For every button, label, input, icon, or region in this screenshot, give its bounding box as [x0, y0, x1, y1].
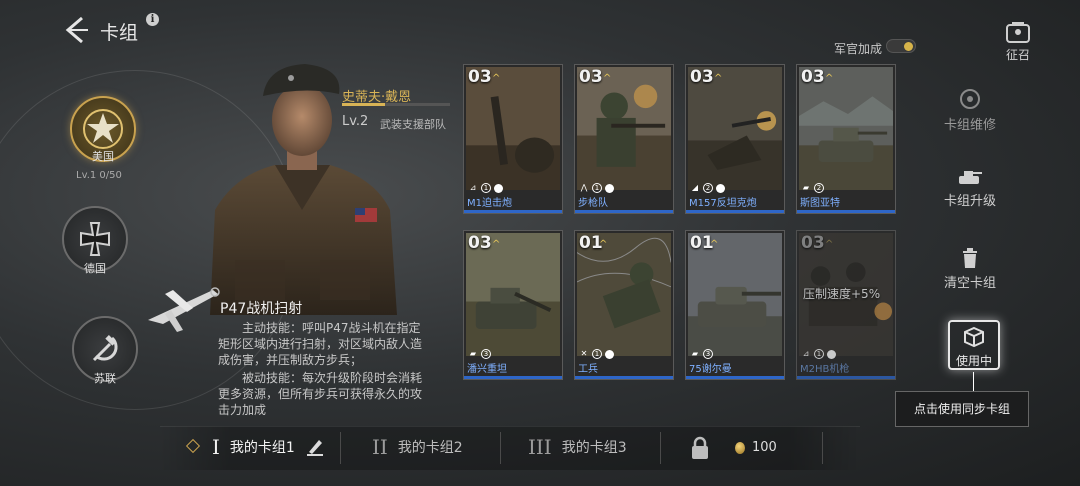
- card-stats: ⊿ 1: [468, 182, 503, 194]
- card-name: 潘兴重坦: [467, 364, 507, 375]
- skill-active-text: 主动技能：呼叫P47战斗机在指定矩形区域内进行扫射，对区域内敌人造成伤害，并压制…: [218, 321, 423, 367]
- skill-name: P47战机扫射: [220, 301, 303, 317]
- faction-germany[interactable]: 德国: [62, 206, 128, 276]
- deck-upgrade-button[interactable]: 卡组升级: [925, 168, 1015, 209]
- sync-deck-tooltip: 点击使用同步卡组: [895, 391, 1029, 427]
- info-icon[interactable]: i: [146, 13, 159, 26]
- deck-separator: [500, 432, 501, 464]
- cube-icon: [964, 326, 984, 348]
- repair-icon: [960, 89, 980, 109]
- card-stats: ◢ 2: [690, 182, 725, 194]
- tooltip-pointer: [973, 372, 974, 392]
- deck-separator: [822, 432, 823, 464]
- unit-card[interactable]: 03 ^ 压制速度+5% ⊿ 1 M2HB机枪: [796, 230, 896, 380]
- lock-icon[interactable]: [690, 436, 710, 460]
- unit-card[interactable]: 03 ^ ⊿ 1 M1迫击炮: [463, 64, 563, 214]
- card-overlay-text: 压制速度+5%: [803, 287, 881, 301]
- card-name: M157反坦克炮: [689, 198, 757, 209]
- back-arrow-icon[interactable]: [62, 14, 90, 46]
- card-cost: 03: [801, 67, 825, 87]
- clear-label: 清空卡组: [943, 276, 996, 291]
- card-stats: ▰ 3: [690, 348, 713, 360]
- skill-passive-text: 被动技能：每次升级阶段时会消耗更多资源，但所有步兵可获得永久的攻击力加成: [218, 371, 423, 417]
- rank-chevron-icon: ^: [603, 73, 612, 84]
- deck-tab-3[interactable]: III 我的卡组3: [528, 435, 627, 459]
- hammer-sickle-icon: [92, 335, 118, 362]
- deck-tab-2[interactable]: II 我的卡组2: [372, 435, 463, 459]
- in-use-label: 使用中: [955, 354, 992, 368]
- faction-ussr[interactable]: 苏联: [72, 316, 138, 386]
- edit-pen-icon[interactable]: [305, 437, 325, 457]
- deck-clear-button[interactable]: 清空卡组: [925, 248, 1015, 291]
- deck-tab-label: 我的卡组1: [229, 440, 295, 456]
- card-name: 75谢尔曼: [689, 364, 732, 375]
- summon-label: 征召: [1005, 48, 1030, 62]
- card-stats: ⊿ 1: [801, 348, 836, 360]
- card-stats: ✕ 1: [579, 348, 614, 360]
- card-cost: 03: [690, 67, 714, 87]
- deck-tab-numeral: III: [528, 435, 552, 459]
- commander-level: Lv.2: [342, 114, 369, 129]
- rank-chevron-icon: ^: [825, 73, 834, 84]
- toggle-knob: [904, 42, 913, 51]
- iron-cross-icon: [80, 222, 110, 256]
- in-use-button[interactable]: 使用中: [948, 320, 1000, 370]
- coin-amount: 100: [752, 440, 777, 455]
- card-stats: ▰ 2: [801, 182, 824, 194]
- officer-bonus-label: 军官加成: [834, 42, 883, 56]
- coin-icon: [735, 442, 745, 454]
- faction-usa[interactable]: 美国: [70, 96, 136, 164]
- trash-icon: [963, 248, 977, 268]
- deck-tab-label: 我的卡组2: [397, 440, 463, 456]
- deck-tab-label: 我的卡组3: [561, 440, 627, 456]
- page-title: 卡组: [100, 22, 139, 44]
- deck-tab-numeral: I: [212, 435, 220, 459]
- card-stats: ▰ 3: [468, 348, 491, 360]
- officer-bonus-toggle[interactable]: [886, 39, 916, 53]
- commander-exp-bar: [342, 103, 450, 106]
- card-name: M1迫击炮: [467, 198, 512, 209]
- card-cost: 03: [468, 233, 492, 253]
- unit-card[interactable]: 03 ^ ▰ 2 斯图亚特: [796, 64, 896, 214]
- card-cost: 03: [579, 67, 603, 87]
- unit-card[interactable]: 01 ^ ▰ 3 75谢尔曼: [685, 230, 785, 380]
- faction-usa-label: 美国: [92, 150, 114, 163]
- deck-repair-button[interactable]: 卡组维修: [925, 88, 1015, 133]
- rank-chevron-icon: ^: [714, 73, 723, 84]
- faction-level: Lv.1 0/50: [76, 170, 122, 181]
- unit-card[interactable]: 03 ^ ⋀ 1 步枪队: [574, 64, 674, 214]
- plane-icon: [148, 287, 220, 332]
- tank-upgrade-icon: [959, 171, 982, 184]
- summon-button[interactable]: 征召: [1000, 22, 1036, 62]
- unit-card[interactable]: 01 ^ ✕ 1 工兵: [574, 230, 674, 380]
- rank-chevron-icon: ^: [599, 239, 608, 250]
- card-name: 工兵: [578, 364, 598, 375]
- deck-tab-numeral: II: [372, 435, 388, 459]
- rank-chevron-icon: ^: [492, 73, 501, 84]
- unit-card[interactable]: 03 ^ ▰ 3 潘兴重坦: [463, 230, 563, 380]
- upgrade-label: 卡组升级: [943, 194, 996, 209]
- card-name: M2HB机枪: [800, 364, 850, 375]
- commander-unit: 武装支援部队: [380, 118, 446, 131]
- rank-chevron-icon: ^: [492, 239, 501, 250]
- card-stats: ⋀ 1: [579, 182, 614, 194]
- star-icon: [83, 109, 123, 149]
- summon-icon: [1006, 22, 1030, 43]
- repair-label: 卡组维修: [943, 118, 996, 133]
- deck-tab-1[interactable]: I 我的卡组1: [212, 435, 325, 459]
- rank-chevron-icon: ^: [825, 239, 834, 250]
- faction-germany-label: 德国: [84, 262, 106, 275]
- unit-card[interactable]: 03 ^ ◢ 2 M157反坦克炮: [685, 64, 785, 214]
- deck-separator: [660, 432, 661, 464]
- faction-ussr-label: 苏联: [94, 372, 116, 385]
- card-cost: 03: [468, 67, 492, 87]
- card-cost: 03: [801, 233, 825, 253]
- rank-chevron-icon: ^: [710, 239, 719, 250]
- card-name: 步枪队: [578, 198, 608, 209]
- deck-separator: [340, 432, 341, 464]
- card-name: 斯图亚特: [800, 198, 840, 209]
